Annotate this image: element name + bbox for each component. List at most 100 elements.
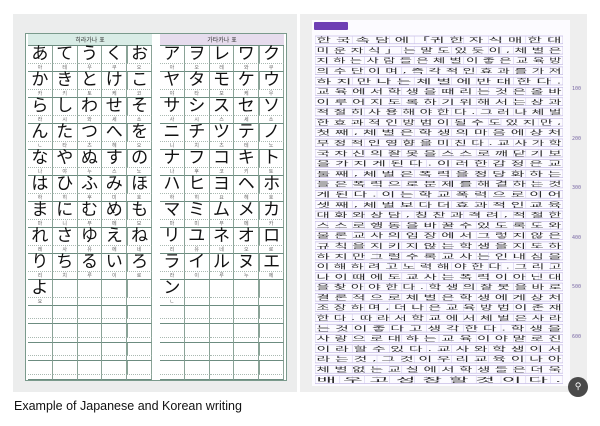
line-number: 100 (572, 86, 582, 92)
manuscript-line: 첫 째 , 체 벌 은 학 생 의 마 음 에 상 처 (315, 128, 563, 137)
katakana-cell: ネ (209, 228, 235, 246)
katakana-empty-cell (209, 374, 235, 380)
hiragana-empty-cell (52, 374, 78, 380)
hiragana-empty-cell (28, 306, 53, 320)
manuscript-line: 부 정 적 인 영 향 을 미 친 다 . 교 사 가 학 (315, 138, 563, 148)
katakana-empty-cell (259, 374, 284, 380)
katakana-cell: テ (234, 124, 260, 142)
hiragana-empty-cell (102, 374, 128, 380)
hiragana-table: 히라가나 표 あてうくお아테우쿠오かきとけこ카키토케코らしわせそ라시와세소んたつ… (28, 34, 152, 380)
katakana-reading: 루 (209, 272, 235, 280)
hiragana-empty-cell (28, 324, 53, 338)
manuscript-line: 사 랑 으 로 대 하 는 교 육 이 야 말 로 진 (315, 334, 563, 343)
hiragana-cell: こ (127, 72, 152, 90)
katakana-cell: ユ (184, 228, 210, 246)
hiragana-empty-cell (77, 361, 103, 375)
hiragana-reading: 치 (52, 272, 78, 280)
katakana-cell: ケ (234, 72, 260, 90)
manuscript-line: 들 은 폭 력 으 로 문 제 를 해 결 하 는 것 (315, 179, 563, 189)
hiragana-empty-cell (127, 361, 152, 375)
manuscript-line: 하 지 만 나 는 체 벌 에 반 대 한 다 . (315, 76, 563, 86)
kana-chart-panel: 히라가나 표 あてうくお아테우쿠오かきとけこ카키토케코らしわせそ라시와세소んたつ… (13, 14, 297, 392)
katakana-cell: ヘ (234, 176, 260, 194)
hiragana-cell: ゆ (77, 228, 103, 246)
katakana-cell: シ (184, 98, 210, 116)
hiragana-cell: う (77, 46, 103, 64)
manuscript-line-text: 적 절 히 사 용 해 야 한 다 . 그 러 나 체 벌 (317, 107, 562, 116)
manuscript-line: 을 가 지 게 된 다 . 이 러 한 감 정 은 교 (315, 159, 563, 168)
hiragana-empty-cell (77, 306, 103, 320)
hiragana-cell: へ (102, 124, 128, 142)
katakana-cell: イ (184, 254, 210, 272)
hiragana-cell (102, 280, 128, 298)
katakana-empty-cell (184, 374, 210, 380)
figure: 히라가나 표 あてうくお아테우쿠오かきとけこ카키토케코らしわせそ라시와세소んたつ… (0, 0, 600, 426)
katakana-cell: タ (184, 72, 210, 90)
manuscript-line-text: 조 장 하 며 , 더 나 은 교 육 방 법 이 존 재 (317, 303, 562, 312)
hiragana-cell: め (102, 202, 128, 220)
line-number: 500 (572, 284, 582, 290)
manuscript-line: 을 찾 아 야 한 다 . 학 생 의 잘 못 을 바 로 (315, 282, 563, 291)
manuscript-line-text: 을 찾 아 야 한 다 . 학 생 의 잘 못 을 바 로 (317, 282, 562, 291)
hiragana-reading: 로 (127, 272, 152, 280)
hiragana-cell: い (102, 254, 128, 272)
manuscript-line-text: 게 된 다 . 이 는 학 교 폭 력 으 로 이 어 (317, 190, 562, 199)
manuscript-line: 물 론 교 사 의 입 장 에 서 그 렇 지 않 은 (315, 231, 563, 240)
katakana-cell: マ (160, 202, 185, 220)
manuscript-line: 는 것 이 좋 다 고 생 각 한 다 . 학 생 을 (315, 323, 563, 333)
katakana-cell: ク (259, 46, 284, 64)
katakana-empty-cell (259, 324, 284, 338)
hiragana-empty-cell (28, 361, 53, 375)
katakana-cell: ト (259, 150, 284, 168)
manuscript-line: 이 해 하 려 고 노 력 해 야 한 다 . 그 리 고 (315, 262, 563, 271)
hiragana-empty-cell (127, 374, 152, 380)
hiragana-cell: か (28, 72, 53, 90)
manuscript-line-text: 한 다 . 따 라 서 학 교 에 서 체 벌 은 사 라 (317, 313, 562, 322)
hiragana-cell: ま (28, 202, 53, 220)
hiragana-cell: ん (28, 124, 53, 142)
hiragana-cell: な (28, 150, 53, 168)
figure-caption: Example of Japanese and Korean writing (14, 399, 242, 413)
hiragana-reading: 요 (28, 298, 53, 306)
hiragana-reading (127, 298, 152, 306)
manuscript-line: 셋 째 , 체 벌 보 다 더 효 과 적 인 교 육 (315, 200, 563, 209)
katakana-reading: 에 (259, 272, 284, 280)
katakana-cell: ス (209, 98, 235, 116)
manuscript-line-text: 을 가 지 게 된 다 . 이 러 한 감 정 은 교 (317, 159, 562, 168)
katakana-cell: ム (209, 202, 235, 220)
manuscript-line: 적 절 히 사 용 해 야 한 다 . 그 러 나 체 벌 (315, 107, 563, 117)
katakana-empty-cell (184, 342, 210, 357)
manuscript-line-text: 둘 째 , 체 벌 은 폭 력 을 정 당 화 하 는 (317, 169, 562, 178)
manuscript-line-text: 이 해 하 려 고 노 력 해 야 한 다 . 그 리 고 (317, 262, 562, 271)
katakana-empty-cell (160, 306, 185, 320)
hiragana-cell: え (102, 228, 128, 246)
manuscript-line: 결 론 적 으 로 체 벌 은 학 생 에 게 상 처 (315, 292, 563, 302)
manuscript-line-text: 스 스 로 행 동 을 바 꿀 수 있 도 록 도 와 (317, 220, 562, 229)
manuscript-line-text: 지 하 는 사 람 들 은 체 벌 이 좋 은 교 육 방 (317, 56, 562, 65)
katakana-empty-cell (160, 342, 185, 357)
hiragana-cell: お (127, 46, 152, 64)
hiragana-cell: つ (77, 124, 103, 142)
manuscript-line-text: 들 은 폭 력 으 로 문 제 를 해 결 하 는 것 (317, 179, 562, 188)
manuscript-line: 조 장 하 며 , 더 나 은 교 육 방 법 이 존 재 (315, 303, 563, 312)
manuscript-line-text: 규 칙 을 지 키 지 않 는 학 생 을 지 도 하 (317, 241, 562, 250)
hiragana-cell: す (102, 150, 128, 168)
katakana-empty-cell (184, 324, 210, 338)
katakana-cell: レ (209, 46, 235, 64)
katakana-cell: ア (160, 46, 185, 64)
katakana-cell: ヨ (209, 176, 235, 194)
hiragana-cell: た (52, 124, 78, 142)
hiragana-cell: は (28, 176, 53, 194)
katakana-cell: チ (184, 124, 210, 142)
manuscript-line: 나 이 때 에 도 교 사 는 폭 력 이 아 닌 대 (315, 272, 563, 281)
manuscript-line-text: 하 지 만 나 는 체 벌 에 반 대 한 다 . (317, 76, 562, 85)
hiragana-cell: ふ (77, 176, 103, 194)
corner-badge: ⚲ (568, 377, 588, 397)
hiragana-empty-cell (52, 324, 78, 338)
manuscript-line: 이 라 할 수 있 다 . 교 사 와 학 생 이 서 (315, 344, 563, 353)
hiragana-empty-cell (52, 306, 78, 320)
line-number: 600 (572, 333, 582, 340)
hiragana-cell: ら (28, 98, 53, 116)
hiragana-cell: を (127, 124, 152, 142)
hiragana-reading: 이 (102, 272, 128, 280)
